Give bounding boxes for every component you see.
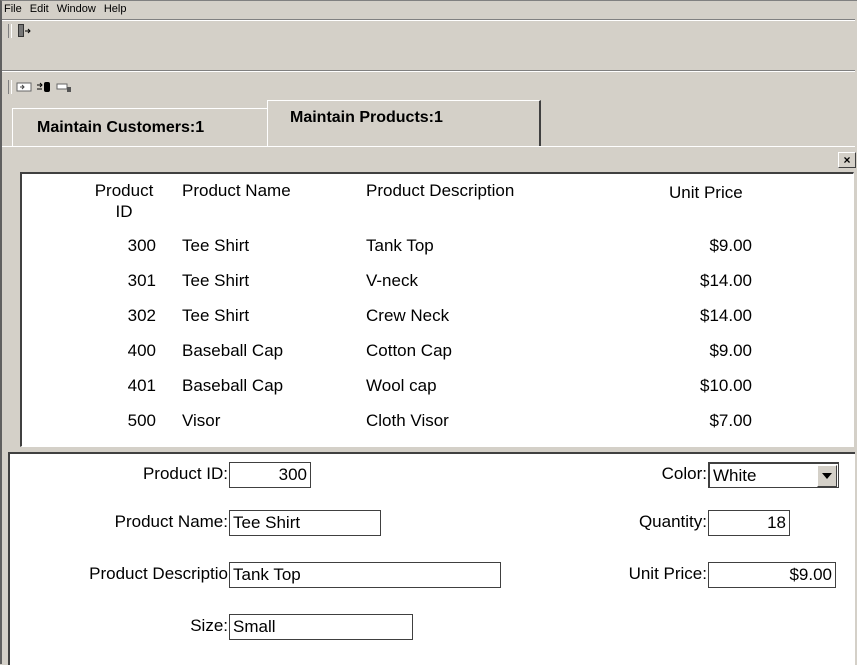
- size-field[interactable]: Small: [229, 614, 413, 640]
- cell-product-id: 302: [127, 306, 156, 325]
- toolbar-grip[interactable]: [8, 24, 12, 38]
- color-select-value: White: [713, 466, 757, 485]
- chevron-down-icon[interactable]: [817, 465, 837, 487]
- cell-product-name: Visor: [182, 411, 221, 430]
- cell-unit-price: $14.00: [700, 271, 752, 290]
- close-icon: ×: [843, 153, 851, 167]
- toolbar-main: [2, 22, 855, 40]
- menu-separator: [2, 19, 855, 21]
- tab-label: Maintain Customers:1: [37, 118, 205, 136]
- column-header-product-description[interactable]: Product Description: [366, 180, 514, 201]
- cell-product-description: Cloth Visor: [366, 411, 449, 430]
- product-grid[interactable]: Product ID Product Name Product Descript…: [20, 172, 854, 447]
- quantity-label: Quantity:: [638, 512, 707, 531]
- column-header-text: Product: [94, 181, 154, 200]
- product-description-field[interactable]: Tank Top: [229, 562, 501, 588]
- quantity-field[interactable]: 18: [708, 510, 790, 536]
- product-detail-form: Product ID: 300 Product Name: Tee Shirt …: [8, 452, 855, 665]
- toolbar-secondary: [2, 78, 855, 96]
- size-label: Size:: [190, 616, 228, 635]
- unit-price-label: Unit Price:: [628, 564, 707, 583]
- cell-product-description: V-neck: [366, 271, 418, 290]
- cell-unit-price: $14.00: [700, 306, 752, 325]
- cell-product-description: Crew Neck: [366, 306, 450, 325]
- cell-product-name: Baseball Cap: [182, 341, 284, 360]
- menu-edit[interactable]: Edit: [27, 3, 54, 15]
- product-name-label: Product Name:: [114, 512, 228, 531]
- menu-file[interactable]: File: [2, 3, 27, 15]
- product-name-field[interactable]: Tee Shirt: [229, 510, 381, 536]
- cell-product-description: Tank Top: [366, 236, 434, 255]
- tab-strip: Maintain Customers:1 Maintain Products:1: [2, 100, 855, 146]
- cell-product-name: Tee Shirt: [182, 236, 250, 255]
- cell-product-id: 301: [127, 271, 156, 290]
- form-icon[interactable]: [16, 79, 32, 95]
- product-id-label: Product ID:: [142, 464, 228, 483]
- toolbar-grip[interactable]: [8, 80, 12, 94]
- cell-product-description: Cotton Cap: [366, 341, 452, 360]
- cell-product-name: Tee Shirt: [182, 306, 250, 325]
- exit-icon[interactable]: [16, 23, 32, 39]
- color-select[interactable]: White: [708, 462, 839, 488]
- cell-product-name: Tee Shirt: [182, 271, 250, 290]
- cell-product-name: Baseball Cap: [182, 376, 284, 395]
- tab-maintain-customers[interactable]: Maintain Customers:1: [12, 108, 274, 146]
- cell-unit-price: $9.00: [709, 236, 752, 255]
- menu-window[interactable]: Window: [54, 3, 101, 15]
- cell-unit-price: $9.00: [709, 341, 752, 360]
- column-header-product-name[interactable]: Product Name: [182, 180, 291, 201]
- menu-help[interactable]: Help: [101, 3, 132, 15]
- product-description-label: Product Descriptio: [89, 564, 228, 583]
- tab-baseline: [2, 146, 855, 147]
- tab-maintain-products[interactable]: Maintain Products:1: [267, 100, 541, 146]
- toolbar-separator: [2, 70, 855, 72]
- cell-product-id: 401: [127, 376, 156, 395]
- unit-price-field[interactable]: $9.00: [708, 562, 836, 588]
- cell-unit-price: $10.00: [700, 376, 752, 395]
- tab-label: Maintain Products:1: [290, 109, 443, 126]
- close-button[interactable]: ×: [838, 152, 856, 168]
- cell-unit-price: $7.00: [709, 411, 752, 430]
- color-label: Color:: [661, 464, 707, 483]
- product-id-field[interactable]: 300: [229, 462, 311, 488]
- column-header-text: ID: [115, 202, 133, 221]
- cell-product-id: 500: [127, 411, 156, 430]
- connect-icon[interactable]: [36, 79, 52, 95]
- column-header-product-id[interactable]: Product ID: [84, 180, 164, 222]
- cell-product-id: 400: [127, 341, 156, 360]
- menu-bar: File Edit Window Help: [2, 0, 855, 18]
- disconnect-icon[interactable]: [56, 79, 72, 95]
- cell-product-description: Wool cap: [366, 376, 437, 395]
- cell-product-id: 300: [127, 236, 156, 255]
- column-header-unit-price[interactable]: Unit Price: [669, 182, 743, 203]
